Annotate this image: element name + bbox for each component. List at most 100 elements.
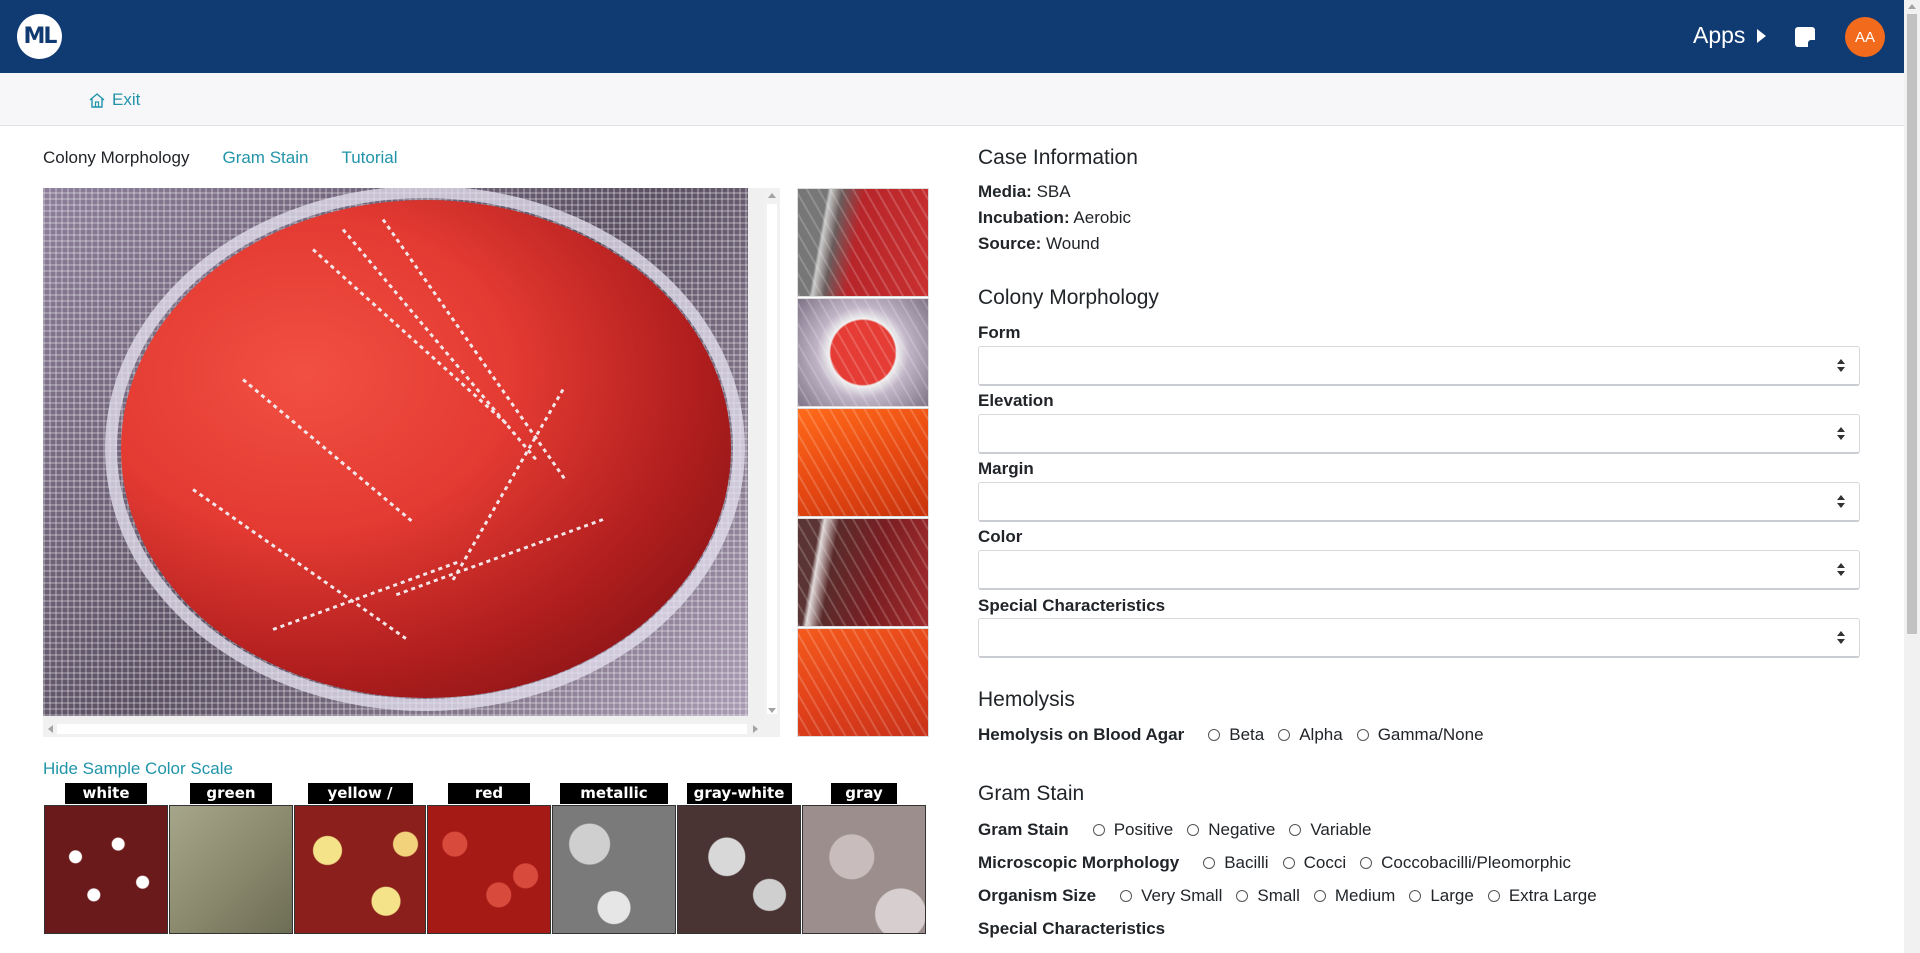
thumbnail-5[interactable] (797, 628, 929, 737)
scroll-up-icon[interactable] (1908, 4, 1916, 9)
gram-stain-label: Gram Stain (978, 820, 1069, 839)
size-large-radio[interactable]: Large (1409, 886, 1474, 906)
swatch-red: red (427, 783, 551, 934)
organism-size-label: Organism Size (978, 886, 1097, 905)
swatch-image (677, 805, 801, 934)
morph-coccobacilli-radio[interactable]: Coccobacilli/Pleomorphic (1360, 853, 1571, 873)
sub-navbar: Exit (0, 73, 1904, 126)
swatch-label: gray (831, 783, 897, 804)
size-small-radio[interactable]: Small (1236, 886, 1300, 906)
culture-plate-image[interactable] (43, 188, 748, 716)
thumbnail-3[interactable] (797, 408, 929, 517)
radio-circle-icon[interactable] (1203, 857, 1216, 869)
radio-circle-icon[interactable] (1356, 729, 1369, 741)
radio-circle-icon[interactable] (1313, 890, 1326, 902)
radio-circle-icon[interactable] (1208, 729, 1221, 741)
radio-circle-icon[interactable] (1092, 824, 1105, 836)
morph-bacilli-radio[interactable]: Bacilli (1203, 853, 1269, 873)
elevation-label: Elevation (978, 391, 1054, 410)
gram-stain-heading: Gram Stain (978, 782, 1085, 805)
image-vertical-scrollbar-thumb[interactable] (767, 204, 777, 714)
hemolysis-alpha-radio[interactable]: Alpha (1278, 725, 1343, 745)
page-scrollbar-thumb[interactable] (1907, 14, 1917, 634)
user-avatar[interactable]: AA (1845, 17, 1885, 57)
tab-gram-stain[interactable]: Gram Stain (222, 148, 308, 168)
swatch-image (552, 805, 676, 934)
exit-label: Exit (112, 90, 141, 109)
image-vertical-scrollbar[interactable] (764, 188, 780, 737)
page-scrollbar[interactable] (1904, 0, 1920, 953)
swatch-metallic: metallic (552, 783, 676, 934)
special-characteristics-label: Special Characteristics (978, 596, 1166, 615)
app-logo[interactable]: ML (17, 14, 62, 59)
hemolysis-radio-group: Hemolysis on Blood Agar Beta Alpha Gamma… (978, 725, 1498, 745)
special-characteristics-select[interactable] (978, 618, 1860, 658)
hemolysis-heading: Hemolysis (978, 688, 1075, 711)
radio-label: Extra Large (1508, 886, 1597, 905)
swatch-gray: gray (802, 783, 926, 934)
incubation-value: Aerobic (1073, 208, 1132, 227)
sample-color-scale: white green yellow / gold red metallic g… (44, 783, 927, 934)
image-horizontal-scrollbar-thumb[interactable] (57, 724, 747, 734)
hide-color-scale-link[interactable]: Hide Sample Color Scale (43, 759, 233, 779)
logo-text: ML (23, 24, 58, 49)
form-label: Form (978, 323, 1021, 342)
radio-circle-icon[interactable] (1360, 857, 1373, 869)
swatch-label: yellow / gold (307, 783, 413, 823)
apps-menu-button[interactable]: Apps (1693, 22, 1767, 49)
thumbnail-1[interactable] (797, 188, 929, 297)
size-very-small-radio[interactable]: Very Small (1120, 886, 1222, 906)
main-image-viewer[interactable] (43, 188, 780, 737)
scroll-left-icon[interactable] (48, 725, 53, 733)
radio-circle-icon[interactable] (1236, 890, 1249, 902)
thumbnail-4[interactable] (797, 518, 929, 627)
radio-circle-icon[interactable] (1282, 857, 1295, 869)
gram-negative-radio[interactable]: Negative (1187, 820, 1275, 840)
swatch-label: green (190, 783, 272, 804)
scroll-right-icon[interactable] (753, 725, 758, 733)
radio-label: Medium (1334, 886, 1396, 905)
tab-tutorial[interactable]: Tutorial (341, 148, 397, 168)
sticky-note-icon[interactable] (1795, 27, 1815, 47)
radio-circle-icon[interactable] (1487, 890, 1500, 902)
form-select[interactable] (978, 346, 1860, 386)
gram-variable-radio[interactable]: Variable (1289, 820, 1371, 840)
avatar-initials: AA (1854, 28, 1875, 46)
swatch-label: metallic (560, 783, 668, 804)
margin-select[interactable] (978, 482, 1860, 522)
elevation-select[interactable] (978, 414, 1860, 454)
morph-cocci-radio[interactable]: Cocci (1282, 853, 1347, 873)
radio-circle-icon[interactable] (1409, 890, 1422, 902)
tab-colony-morphology[interactable]: Colony Morphology (43, 148, 189, 168)
apps-label: Apps (1693, 22, 1746, 48)
media-label: Media: (978, 182, 1032, 201)
radio-circle-icon[interactable] (1187, 824, 1200, 836)
swatch-label: gray-white (686, 783, 792, 804)
swatch-white: white (44, 783, 168, 934)
scroll-up-icon[interactable] (768, 193, 776, 198)
radio-circle-icon[interactable] (1278, 729, 1291, 741)
swatch-gray-white: gray-white (677, 783, 801, 934)
radio-label: Beta (1229, 725, 1265, 744)
radio-circle-icon[interactable] (1120, 890, 1133, 902)
swatch-green: green (169, 783, 293, 934)
thumbnail-2[interactable] (797, 298, 929, 407)
radio-circle-icon[interactable] (1289, 824, 1302, 836)
exit-link[interactable]: Exit (88, 90, 140, 110)
size-medium-radio[interactable]: Medium (1313, 886, 1396, 906)
size-extra-large-radio[interactable]: Extra Large (1487, 886, 1597, 906)
radio-label: Alpha (1299, 725, 1343, 744)
case-information-heading: Case Information (978, 146, 1138, 169)
radio-label: Very Small (1141, 886, 1223, 905)
media-value: SBA (1036, 182, 1071, 201)
hemolysis-beta-radio[interactable]: Beta (1208, 725, 1264, 745)
swatch-image (44, 805, 168, 934)
hemolysis-gamma-radio[interactable]: Gamma/None (1356, 725, 1484, 745)
radio-label: Cocci (1303, 853, 1347, 872)
scroll-down-icon[interactable] (768, 708, 776, 713)
color-select[interactable] (978, 550, 1860, 590)
gram-positive-radio[interactable]: Positive (1092, 820, 1173, 840)
organism-size-radio-group: Organism Size Very Small Small Medium La… (978, 886, 1611, 906)
image-horizontal-scrollbar[interactable] (43, 721, 764, 737)
radio-label: Large (1430, 886, 1474, 905)
